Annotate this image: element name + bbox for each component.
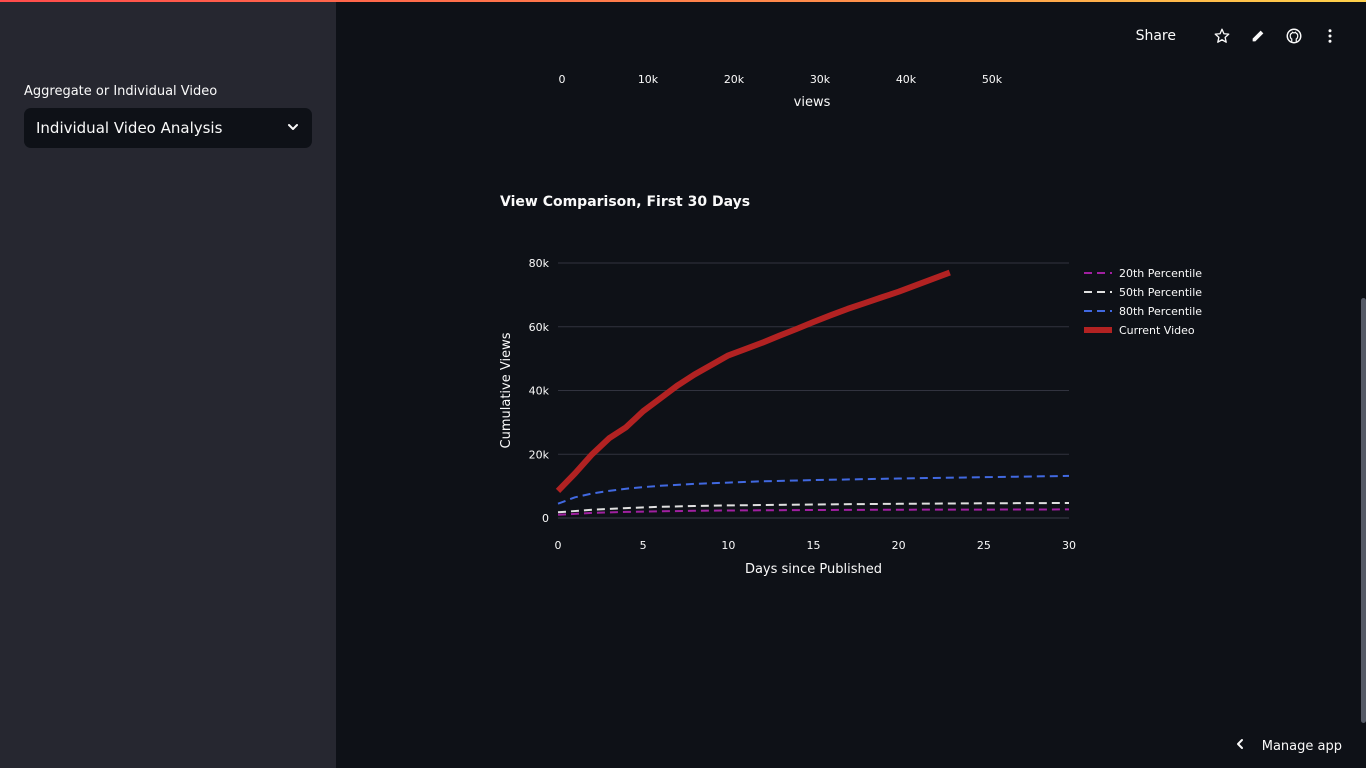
y-tick-label: 80k	[529, 257, 550, 270]
more-vertical-icon[interactable]	[1320, 26, 1340, 46]
top-accent-bar	[0, 0, 1366, 2]
chart-title: View Comparison, First 30 Days	[500, 194, 751, 210]
x-tick-label: 5	[640, 539, 647, 552]
scrollbar[interactable]	[1361, 298, 1366, 723]
x-tick-label: 30	[1062, 539, 1076, 552]
y-tick-label: 60k	[529, 321, 550, 334]
y-tick-label: 20k	[529, 448, 550, 461]
x-tick-label: 10	[721, 539, 735, 552]
prev-x-tick: 10k	[637, 73, 659, 86]
x-tick-label: 0	[555, 539, 562, 552]
view-comparison-chart: 0 20k 40k 60k 80k 0 5 10 15 20 25 30 Days since Publ…	[499, 257, 1202, 577]
chevron-down-icon	[286, 119, 300, 138]
prev-x-tick: 40k	[895, 73, 917, 86]
x-tick-label: 25	[977, 539, 991, 552]
series-line	[557, 502, 1070, 514]
x-tick-label: 15	[807, 539, 821, 552]
prev-x-tick: 20k	[723, 73, 745, 86]
analysis-type-select[interactable]: Individual Video Analysis	[24, 108, 312, 148]
legend-label: Current Video	[1119, 324, 1195, 337]
legend-label: 20th Percentile	[1119, 267, 1202, 280]
github-icon[interactable]	[1284, 26, 1304, 46]
legend-label: 50th Percentile	[1119, 286, 1202, 299]
x-tick-label: 20	[892, 539, 906, 552]
y-axis-title: Cumulative Views	[499, 332, 514, 448]
series-line	[557, 508, 1070, 516]
select-label: Aggregate or Individual Video	[24, 84, 218, 99]
pencil-icon[interactable]	[1248, 26, 1268, 46]
chevron-left-icon	[1234, 738, 1246, 754]
legend-label: 80th Percentile	[1119, 305, 1202, 318]
header-actions: Share	[1136, 24, 1340, 48]
prev-x-tick: 50k	[981, 73, 1003, 86]
manage-app-button[interactable]: Manage app	[1234, 738, 1342, 754]
prev-x-tick: 30k	[809, 73, 831, 86]
prev-x-axis-title: views	[793, 95, 831, 110]
y-tick-label: 40k	[529, 385, 550, 398]
y-tick-label: 0	[542, 512, 549, 525]
star-icon[interactable]	[1212, 26, 1232, 46]
series-line	[557, 474, 1070, 505]
select-value: Individual Video Analysis	[36, 119, 223, 137]
share-button[interactable]: Share	[1136, 28, 1176, 44]
series-line	[555, 269, 951, 493]
x-axis-title: Days since Published	[745, 562, 882, 577]
manage-app-label: Manage app	[1261, 738, 1342, 754]
sidebar: Aggregate or Individual Video Individual…	[0, 0, 336, 768]
prev-x-tick: 0	[558, 73, 566, 86]
